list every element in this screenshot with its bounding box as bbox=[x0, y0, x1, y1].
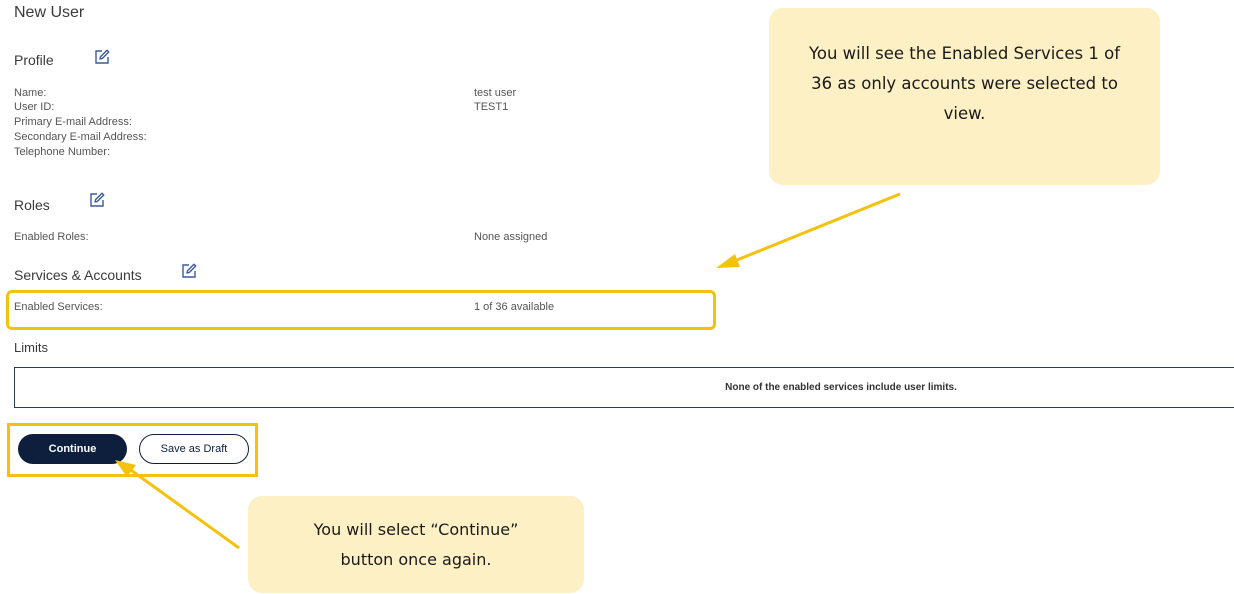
annotation-arrows bbox=[115, 192, 901, 550]
continue-arrow-line bbox=[127, 466, 240, 550]
services-arrow-head bbox=[716, 254, 740, 268]
services-arrow-line bbox=[731, 192, 901, 264]
continue-arrow-head bbox=[115, 460, 136, 477]
